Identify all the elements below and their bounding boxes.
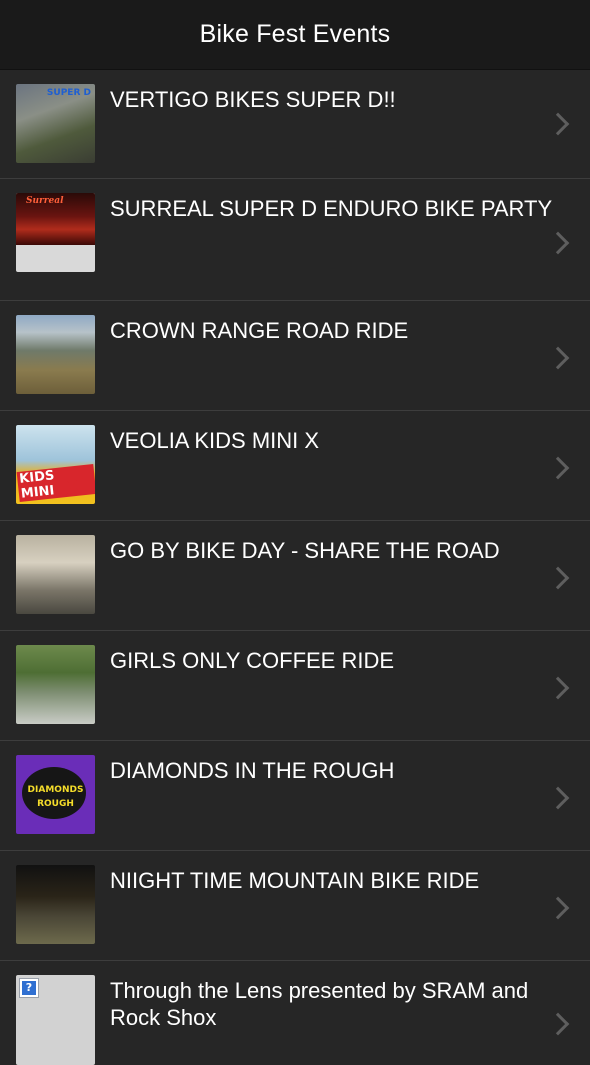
chevron-right-icon xyxy=(546,346,570,370)
chevron-right-icon xyxy=(546,566,570,590)
chevron-right-icon xyxy=(546,786,570,810)
event-row-diamonds[interactable]: DIAMONDS ROUGH DIAMONDS IN THE ROUGH xyxy=(0,741,590,851)
event-title: NIIGHT TIME MOUNTAIN BIKE RIDE xyxy=(110,868,480,893)
event-thumbnail: Surreal xyxy=(16,193,95,272)
kids-mini-logo-text: KIDS MINI xyxy=(16,464,95,502)
chevron-right-icon xyxy=(546,676,570,700)
event-thumbnail xyxy=(16,645,95,724)
page-title: Bike Fest Events xyxy=(199,20,391,48)
event-title: VERTIGO BIKES SUPER D!! xyxy=(110,87,396,112)
super-d-logo-text: SUPER D xyxy=(46,88,91,98)
event-row-veolia-kids[interactable]: KIDS MINI X VEOLIA KIDS MINI X xyxy=(0,411,590,521)
event-thumbnail xyxy=(16,315,95,394)
event-title: VEOLIA KIDS MINI X xyxy=(110,428,320,453)
event-title: Through the Lens presented by SRAM and R… xyxy=(110,978,529,1030)
chevron-right-icon xyxy=(546,896,570,920)
event-row-vertigo-bikes[interactable]: SUPER D VERTIGO BIKES SUPER D!! xyxy=(0,70,590,179)
rough-logo-text: ROUGH xyxy=(37,799,74,809)
navbar: Bike Fest Events xyxy=(0,0,590,70)
chevron-right-icon xyxy=(546,456,570,480)
event-thumbnail: DIAMONDS ROUGH xyxy=(16,755,95,834)
diamonds-logo-text: DIAMONDS xyxy=(27,785,84,795)
event-thumbnail xyxy=(16,865,95,944)
event-row-night-ride[interactable]: NIIGHT TIME MOUNTAIN BIKE RIDE xyxy=(0,851,590,961)
kids-mini-x-text: X xyxy=(66,476,82,500)
event-thumbnail: SUPER D xyxy=(16,84,95,163)
events-list: SUPER D VERTIGO BIKES SUPER D!! Surreal … xyxy=(0,70,590,1065)
event-row-go-by-bike[interactable]: GO BY BIKE DAY - SHARE THE ROAD xyxy=(0,521,590,631)
event-title: CROWN RANGE ROAD RIDE xyxy=(110,318,409,343)
event-title: GIRLS ONLY COFFEE RIDE xyxy=(110,648,395,673)
event-row-crown-range[interactable]: CROWN RANGE ROAD RIDE xyxy=(0,301,590,411)
event-title: DIAMONDS IN THE ROUGH xyxy=(110,758,395,783)
event-thumbnail xyxy=(16,535,95,614)
event-row-surreal-super-d[interactable]: Surreal SURREAL SUPER D ENDURO BIKE PART… xyxy=(0,179,590,301)
missing-image-icon: ? xyxy=(19,978,39,998)
event-row-through-the-lens[interactable]: ? Through the Lens presented by SRAM and… xyxy=(0,961,590,1065)
chevron-right-icon xyxy=(546,231,570,255)
surreal-logo-text: Surreal xyxy=(26,196,64,206)
event-thumbnail: ? xyxy=(16,975,95,1065)
event-row-girls-only[interactable]: GIRLS ONLY COFFEE RIDE xyxy=(0,631,590,741)
chevron-right-icon xyxy=(546,112,570,136)
event-thumbnail: KIDS MINI X xyxy=(16,425,95,504)
event-title: GO BY BIKE DAY - SHARE THE ROAD xyxy=(110,538,500,563)
event-title: SURREAL SUPER D ENDURO BIKE PARTY xyxy=(110,196,553,221)
